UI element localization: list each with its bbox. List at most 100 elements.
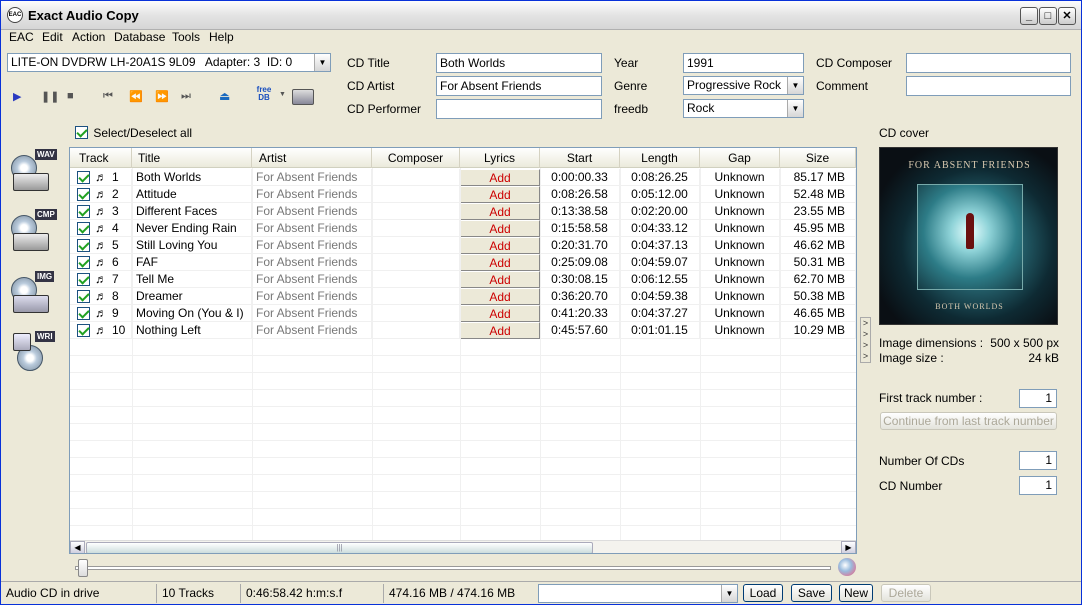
track-checkbox[interactable] [77, 205, 90, 218]
chevron-down-icon[interactable]: ▼ [787, 77, 803, 94]
table-row[interactable]: ♬ 7 Tell Me For Absent Friends Add 0:30:08.15… [70, 271, 856, 288]
track-composer [372, 220, 460, 237]
genre-select[interactable]: Progressive Rock ▼ [683, 76, 804, 95]
cd-number-field[interactable]: 1 [1019, 476, 1057, 495]
lyrics-add-button[interactable]: Add [460, 254, 540, 271]
play-icon[interactable]: ▶ [13, 90, 21, 103]
track-checkbox[interactable] [77, 324, 90, 337]
menu-tools[interactable]: Tools [172, 30, 200, 44]
col-artist[interactable]: Artist [252, 148, 372, 168]
year-field[interactable]: 1991 [683, 53, 804, 73]
col-title[interactable]: Title [132, 148, 252, 168]
profile-select[interactable]: ▼ [538, 584, 738, 603]
comment-field[interactable] [906, 76, 1071, 96]
col-start[interactable]: Start [540, 148, 620, 168]
table-row[interactable]: ♬ 5 Still Loving You For Absent Friends Add 0… [70, 237, 856, 254]
table-row[interactable]: ♬ 4 Never Ending Rain For Absent Friends Add… [70, 220, 856, 237]
menu-eac[interactable]: EAC [9, 30, 34, 44]
copy-image-button[interactable]: IMG [9, 271, 61, 321]
lyrics-add-button[interactable]: Add [460, 305, 540, 322]
menu-database[interactable]: Database [114, 30, 165, 44]
lyrics-add-button[interactable]: Add [460, 288, 540, 305]
drive-options-icon[interactable] [292, 89, 314, 105]
last-track-icon[interactable]: ⏭ [181, 90, 191, 103]
track-checkbox[interactable] [77, 239, 90, 252]
track-checkbox[interactable] [77, 171, 90, 184]
chevron-down-icon[interactable]: ▼ [314, 54, 330, 71]
horizontal-scrollbar[interactable]: ◀ ||| ▶ [70, 540, 856, 553]
cd-artist-field[interactable]: For Absent Friends [436, 76, 602, 96]
eject-icon[interactable]: ⏏ [219, 89, 230, 103]
lyrics-add-button[interactable]: Add [460, 203, 540, 220]
scroll-right-icon[interactable]: ▶ [841, 541, 856, 553]
table-row[interactable]: ♬ 10 Nothing Left For Absent Friends Add 0:45… [70, 322, 856, 339]
table-row[interactable]: ♬ 9 Moving On (You & I) For Absent Friends A… [70, 305, 856, 322]
track-checkbox[interactable] [77, 256, 90, 269]
write-cd-button[interactable]: WRI [9, 331, 61, 381]
lyrics-add-button[interactable]: Add [460, 220, 540, 237]
lyrics-add-button[interactable]: Add [460, 322, 540, 339]
chevron-down-icon[interactable]: ▼ [721, 585, 737, 602]
minimize-button[interactable]: _ [1020, 7, 1038, 25]
load-button[interactable]: Load [743, 584, 783, 602]
track-number: ♬ 8 [70, 288, 132, 305]
new-button[interactable]: New [839, 584, 873, 602]
cd-cover-image[interactable]: FOR ABSENT FRIENDS BOTH WORLDS [879, 147, 1058, 325]
lyrics-add-button[interactable]: Add [460, 186, 540, 203]
maximize-button[interactable]: □ [1039, 7, 1057, 25]
table-row[interactable]: ♬ 6 FAF For Absent Friends Add 0:25:09.08 0:04… [70, 254, 856, 271]
col-length[interactable]: Length [620, 148, 700, 168]
position-slider-thumb[interactable] [78, 559, 88, 577]
track-checkbox[interactable] [77, 188, 90, 201]
copy-wav-button[interactable]: WAV [9, 149, 61, 199]
first-track-field[interactable]: 1 [1019, 389, 1057, 408]
lyrics-add-button[interactable]: Add [460, 169, 540, 186]
menu-edit[interactable]: Edit [42, 30, 63, 44]
track-number-label: 2 [112, 187, 119, 201]
rewind-icon[interactable]: ⏪ [129, 90, 143, 103]
number-of-cds-field[interactable]: 1 [1019, 451, 1057, 470]
fast-forward-icon[interactable]: ⏩ [155, 90, 169, 103]
table-row[interactable]: ♬ 1 Both Worlds For Absent Friends Add 0:00:0… [70, 169, 856, 186]
col-track[interactable]: Track [70, 148, 132, 168]
lyrics-add-button[interactable]: Add [460, 271, 540, 288]
table-row[interactable]: ♬ 2 Attitude For Absent Friends Add 0:08:26.5… [70, 186, 856, 203]
select-all-checkbox[interactable]: Select/Deselect all [75, 126, 192, 142]
copy-compressed-button[interactable]: CMP [9, 209, 61, 259]
col-gap[interactable]: Gap [700, 148, 780, 168]
track-start: 0:15:58.58 [540, 220, 620, 237]
table-row[interactable]: ♬ 8 Dreamer For Absent Friends Add 0:36:20.70… [70, 288, 856, 305]
pause-icon[interactable]: ❚❚ [41, 90, 59, 103]
track-number-label: 5 [112, 238, 119, 252]
track-checkbox[interactable] [77, 307, 90, 320]
menu-help[interactable]: Help [209, 30, 234, 44]
close-button[interactable]: ✕ [1058, 7, 1076, 25]
track-checkbox[interactable] [77, 290, 90, 303]
first-track-icon[interactable]: ⏮ [103, 90, 113, 103]
position-slider-track[interactable] [75, 566, 831, 570]
scroll-left-icon[interactable]: ◀ [70, 541, 85, 553]
freedb-dropdown-icon[interactable]: ▼ [279, 91, 286, 98]
track-checkbox[interactable] [77, 273, 90, 286]
track-checkbox[interactable] [77, 222, 90, 235]
scrollbar-thumb[interactable]: ||| [86, 542, 593, 553]
table-row[interactable]: ♬ 3 Different Faces For Absent Friends Add 0:… [70, 203, 856, 220]
continue-track-number-button[interactable]: Continue from last track number [880, 412, 1057, 430]
col-composer[interactable]: Composer [372, 148, 460, 168]
save-button[interactable]: Save [791, 584, 832, 602]
track-start: 0:30:08.15 [540, 271, 620, 288]
col-size[interactable]: Size [780, 148, 856, 168]
freedb-genre-select[interactable]: Rock ▼ [683, 99, 804, 118]
col-lyrics[interactable]: Lyrics [460, 148, 540, 168]
delete-button[interactable]: Delete [881, 584, 931, 602]
cd-composer-field[interactable] [906, 53, 1071, 73]
drive-select[interactable]: LITE-ON DVDRW LH-20A1S 9L09 Adapter: 3 I… [7, 53, 331, 72]
menu-action[interactable]: Action [72, 30, 105, 44]
freedb-icon[interactable]: free DB [252, 86, 276, 106]
cd-performer-field[interactable] [436, 99, 602, 119]
cd-title-field[interactable]: Both Worlds [436, 53, 602, 73]
chevron-down-icon[interactable]: ▼ [787, 100, 803, 117]
lyrics-add-button[interactable]: Add [460, 237, 540, 254]
stop-icon[interactable]: ■ [67, 90, 74, 102]
collapse-panel-toggle[interactable]: > > > > [860, 317, 871, 363]
